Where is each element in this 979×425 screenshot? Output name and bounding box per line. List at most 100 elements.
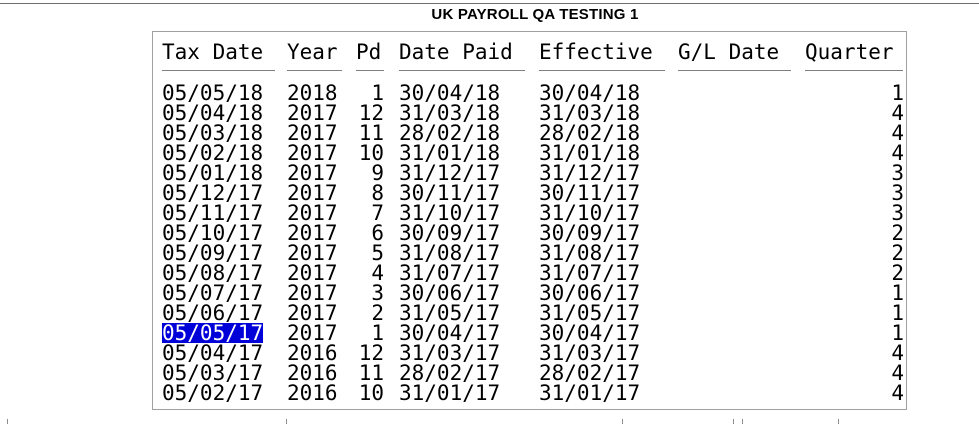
header-date-paid: Date Paid	[399, 40, 513, 64]
cell-date-paid: 28/02/18	[399, 121, 501, 145]
cell-pd: 12	[358, 341, 384, 365]
cell-quarter: 3	[891, 201, 904, 225]
underline-year	[287, 70, 342, 71]
cell-date-paid: 30/11/17	[399, 181, 501, 205]
header-pd: Pd	[356, 40, 382, 64]
cell-date-paid: 30/06/17	[399, 281, 501, 305]
cell-quarter: 3	[891, 181, 904, 205]
cell-quarter: 2	[891, 241, 904, 265]
cell-year: 2017	[287, 101, 338, 125]
underline-quarter	[805, 70, 903, 71]
edge-tick	[733, 419, 734, 424]
table-row[interactable]: 05/03/18 2017 11 28/02/18 28/02/18 4	[162, 121, 906, 145]
cell-date-paid: 31/12/17	[399, 161, 501, 185]
cell-effective: 30/09/17	[539, 221, 641, 245]
cell-effective: 31/01/17	[539, 381, 641, 405]
cell-pd: 3	[371, 281, 384, 305]
cell-year: 2017	[287, 121, 338, 145]
cell-quarter: 2	[891, 261, 904, 285]
window-title: UK PAYROLL QA TESTING 1	[431, 6, 639, 23]
cell-effective: 28/02/17	[539, 361, 641, 385]
underline-gl-date	[678, 70, 791, 71]
cell-pd: 9	[371, 161, 384, 185]
cell-quarter: 4	[891, 341, 904, 365]
cell-effective: 30/06/17	[539, 281, 641, 305]
cell-pd: 11	[358, 121, 384, 145]
edge-tick	[286, 419, 287, 424]
cell-year: 2016	[287, 361, 338, 385]
table-row[interactable]: 05/05/18 2018 1 30/04/18 30/04/18 1	[162, 81, 906, 105]
table-row[interactable]: 05/04/17 2016 12 31/03/17 31/03/17 4	[162, 341, 906, 365]
table-row[interactable]: 05/01/18 2017 9 31/12/17 31/12/17 3	[162, 161, 906, 185]
cell-date-paid: 31/07/17	[399, 261, 501, 285]
cell-effective: 31/10/17	[539, 201, 641, 225]
cell-pd: 10	[358, 141, 384, 165]
header-tax-date: Tax Date	[162, 40, 264, 64]
cell-quarter: 3	[891, 161, 904, 185]
table-row[interactable]: 05/02/18 2017 10 31/01/18 31/01/18 4	[162, 141, 906, 165]
underline-date-paid	[399, 70, 525, 71]
cell-date-paid: 30/04/18	[399, 81, 501, 105]
cell-pd: 4	[371, 261, 384, 285]
cell-date-paid: 28/02/17	[399, 361, 501, 385]
cell-pd: 1	[371, 321, 384, 345]
cell-effective: 31/08/17	[539, 241, 641, 265]
cell-tax-date: 05/06/17	[162, 301, 264, 325]
cell-pd: 12	[358, 101, 384, 125]
table-row[interactable]: 05/02/17 2016 10 31/01/17 31/01/17 4	[162, 381, 906, 405]
cell-effective: 30/11/17	[539, 181, 641, 205]
cell-pd: 8	[371, 181, 384, 205]
header-effective: Effective	[539, 40, 653, 64]
period-table: 05/05/18 2018 1 30/04/18 30/04/18 1 05/0…	[162, 81, 906, 405]
edge-tick	[7, 419, 8, 424]
cell-date-paid: 31/01/17	[399, 381, 501, 405]
cell-tax-date: 05/03/17	[162, 361, 264, 385]
cell-tax-date: 05/10/17	[162, 221, 264, 245]
underline-pd	[356, 70, 384, 71]
cell-date-paid: 31/03/18	[399, 101, 501, 125]
cell-year: 2017	[287, 321, 338, 345]
header-quarter: Quarter	[805, 40, 894, 64]
cell-quarter: 1	[891, 81, 904, 105]
cell-effective: 31/03/17	[539, 341, 641, 365]
cell-year: 2017	[287, 161, 338, 185]
cell-quarter: 4	[891, 101, 904, 125]
cell-tax-date-selected[interactable]: 05/05/17	[162, 323, 264, 344]
cell-year: 2017	[287, 221, 338, 245]
edge-tick	[742, 419, 743, 424]
table-row[interactable]: 05/10/17 2017 6 30/09/17 30/09/17 2	[162, 221, 906, 245]
cell-tax-date: 05/05/18	[162, 81, 264, 105]
cell-effective: 30/04/18	[539, 81, 641, 105]
cell-effective: 31/03/18	[539, 101, 641, 125]
cell-effective: 28/02/18	[539, 121, 641, 145]
table-row[interactable]: 05/03/17 2016 11 28/02/17 28/02/17 4	[162, 361, 906, 385]
cell-tax-date: 05/09/17	[162, 241, 264, 265]
cell-date-paid: 30/04/17	[399, 321, 501, 345]
cell-effective: 31/07/17	[539, 261, 641, 285]
table-row-selected[interactable]: 05/05/17 2017 1 30/04/17 30/04/17 1	[162, 321, 906, 345]
top-border	[0, 3, 979, 4]
cell-date-paid: 31/05/17	[399, 301, 501, 325]
table-row[interactable]: 05/07/17 2017 3 30/06/17 30/06/17 1	[162, 281, 906, 305]
table-row[interactable]: 05/09/17 2017 5 31/08/17 31/08/17 2	[162, 241, 906, 265]
cell-tax-date: 05/12/17	[162, 181, 264, 205]
cell-tax-date: 05/03/18	[162, 121, 264, 145]
cell-quarter: 4	[891, 121, 904, 145]
cell-pd: 1	[371, 81, 384, 105]
table-row[interactable]: 05/12/17 2017 8 30/11/17 30/11/17 3	[162, 181, 906, 205]
cell-year: 2017	[287, 281, 338, 305]
cell-effective: 30/04/17	[539, 321, 641, 345]
cell-tax-date: 05/02/18	[162, 141, 264, 165]
cell-quarter: 4	[891, 141, 904, 165]
table-row[interactable]: 05/11/17 2017 7 31/10/17 31/10/17 3	[162, 201, 906, 225]
cell-pd: 10	[358, 381, 384, 405]
table-row[interactable]: 05/06/17 2017 2 31/05/17 31/05/17 1	[162, 301, 906, 325]
cell-pd: 5	[371, 241, 384, 265]
underline-tax-date	[162, 70, 275, 71]
cell-tax-date: 05/01/18	[162, 161, 264, 185]
cell-year: 2017	[287, 261, 338, 285]
table-row[interactable]: 05/08/17 2017 4 31/07/17 31/07/17 2	[162, 261, 906, 285]
table-row[interactable]: 05/04/18 2017 12 31/03/18 31/03/18 4	[162, 101, 906, 125]
cell-tax-date: 05/08/17	[162, 261, 264, 285]
cell-pd: 2	[371, 301, 384, 325]
